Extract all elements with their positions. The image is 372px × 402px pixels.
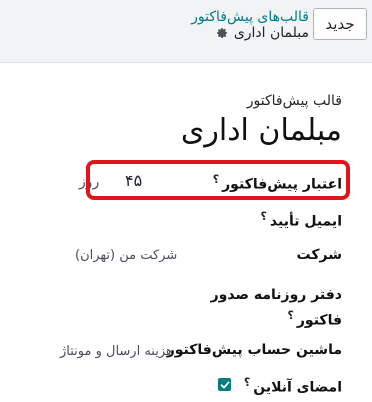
confirmation-email-row: ایمیل تأیید؟ [0,208,343,230]
gear-icon[interactable] [216,27,228,39]
company-label: شرکت [296,247,342,263]
control-panel: جدید قالب‌های پیش‌فاکتور مبلمان اداری [0,0,372,60]
help-icon[interactable]: ؟ [244,376,250,389]
new-button[interactable]: جدید [313,8,367,40]
record-name: مبلمان اداری [233,25,309,41]
journal-row: دفتر روزنامه صدور فاکتور؟ [0,287,342,331]
quotation-lines-label: ماشین حساب پیش‌فاکتور [166,342,342,358]
breadcrumb-parent-link[interactable]: قالب‌های پیش‌فاکتور [191,9,309,25]
check-icon [220,381,229,388]
highlight-box [86,160,350,200]
company-field[interactable]: شرکت من (تهران) [75,248,177,263]
template-name-field[interactable]: مبلمان اداری [181,113,342,148]
help-icon[interactable]: ؟ [287,309,293,322]
journal-label-line1: دفتر روزنامه صدور [210,287,342,303]
quotation-lines-row: ماشین حساب پیش‌فاکتور هزینه ارسال و مونت… [0,340,342,362]
form-sheet: قالب پیش‌فاکتور مبلمان اداری اعتبار پیش‌… [0,62,372,402]
quotation-lines-field[interactable]: هزینه ارسال و مونتاژ [60,344,173,359]
breadcrumb-current: مبلمان اداری [216,25,309,41]
help-icon[interactable]: ؟ [261,210,267,223]
online-signature-checkbox[interactable] [218,378,231,391]
online-signature-label: امضای آنلاین؟ [243,376,342,396]
journal-label-line2: فاکتور؟ [287,309,342,329]
confirmation-email-label: ایمیل تأیید؟ [260,210,343,230]
online-signature-row: امضای آنلاین؟ [0,374,342,396]
form-subtitle: قالب پیش‌فاکتور [246,93,342,109]
company-row: شرکت شرکت من (تهران) [0,245,342,267]
